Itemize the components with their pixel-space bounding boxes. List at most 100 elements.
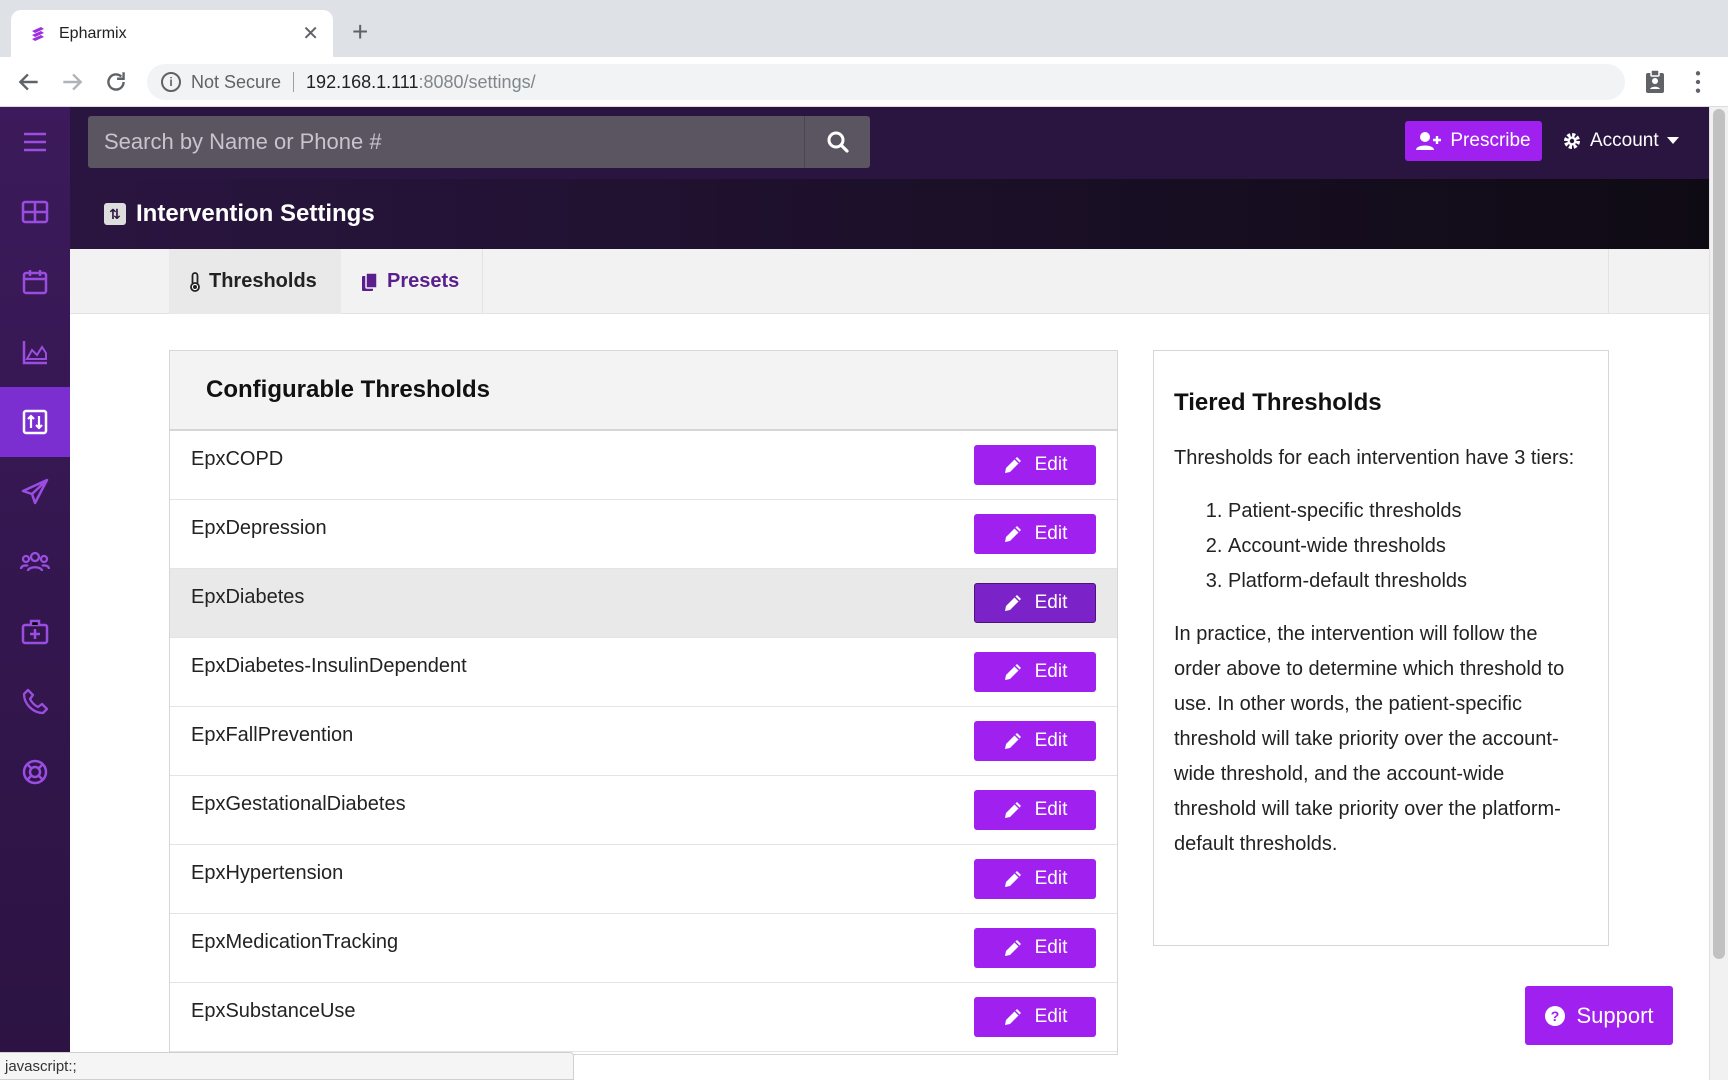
search-icon xyxy=(827,131,849,153)
pencil-icon xyxy=(1004,664,1021,680)
pencil-icon xyxy=(1004,595,1021,611)
edit-label: Edit xyxy=(1034,661,1068,682)
edit-label: Edit xyxy=(1034,730,1068,751)
edit-label: Edit xyxy=(1034,1006,1068,1027)
intervention-name: EpxMedicationTracking xyxy=(191,931,399,953)
pencil-icon xyxy=(1004,1009,1021,1025)
browser-toolbar: i Not Secure 192.168.1.111:8080/settings… xyxy=(0,57,1728,107)
patient-search xyxy=(88,116,870,168)
edit-label: Edit xyxy=(1034,868,1068,889)
medkit-icon[interactable] xyxy=(0,597,70,667)
link-status-bar: javascript:; xyxy=(0,1052,574,1080)
edit-button[interactable]: Edit xyxy=(974,859,1096,899)
info-icon[interactable]: i xyxy=(161,72,181,92)
thresholds-card: Configurable Thresholds EpxCOPD Edit EpxDe… xyxy=(169,350,1118,1055)
browser-tabstrip: Epharmix ✕ + xyxy=(0,0,1728,57)
menu-icon[interactable] xyxy=(0,107,70,177)
question-circle-icon: ? xyxy=(1545,1005,1566,1026)
thresholds-list: EpxCOPD Edit EpxDepression Edit EpxDiabetes E… xyxy=(170,431,1117,1052)
new-tab-button[interactable]: + xyxy=(352,18,368,46)
send-icon[interactable] xyxy=(0,457,70,527)
table-row: EpxFallPrevention Edit xyxy=(170,707,1117,776)
phone-icon[interactable] xyxy=(0,667,70,737)
omnibox-divider xyxy=(293,72,295,92)
close-tab-icon[interactable]: ✕ xyxy=(302,24,319,44)
search-button[interactable] xyxy=(804,116,870,168)
edit-button[interactable]: Edit xyxy=(974,445,1096,485)
tab-thresholds-label: Thresholds xyxy=(209,270,317,292)
tab-presets-label: Presets xyxy=(387,270,460,292)
table-row: EpxDiabetes-InsulinDependent Edit xyxy=(170,638,1117,707)
lifebuoy-icon[interactable] xyxy=(0,737,70,807)
add-user-icon xyxy=(1416,132,1442,150)
gear-icon xyxy=(1564,133,1580,149)
intervention-name: EpxDiabetes-InsulinDependent xyxy=(191,655,467,677)
more-menu-icon[interactable] xyxy=(1690,69,1706,95)
intervention-name: EpxDiabetes xyxy=(191,586,305,608)
pencil-icon xyxy=(1004,457,1021,473)
edit-button[interactable]: Edit xyxy=(974,997,1096,1037)
prescribe-label: Prescribe xyxy=(1450,130,1531,151)
tier-item: Platform-default thresholds xyxy=(1228,564,1588,599)
browser-tab[interactable]: Epharmix ✕ xyxy=(11,10,333,57)
tab-presets[interactable]: Presets xyxy=(341,249,483,314)
back-icon[interactable] xyxy=(16,69,42,95)
calendar-icon[interactable] xyxy=(0,247,70,317)
intervention-name: EpxDepression xyxy=(191,517,327,539)
tiers-explanation: In practice, the intervention will follo… xyxy=(1174,623,1565,855)
url-host: 192.168.1.111 xyxy=(306,71,419,92)
chart-icon[interactable] xyxy=(0,317,70,387)
table-row: EpxDepression Edit xyxy=(170,500,1117,569)
intervention-name: EpxFallPrevention xyxy=(191,724,354,746)
prescribe-button[interactable]: Prescribe xyxy=(1405,121,1542,161)
table-row: EpxMedicationTracking Edit xyxy=(170,914,1117,983)
tab-thresholds[interactable]: Thresholds xyxy=(169,249,341,314)
edit-button[interactable]: Edit xyxy=(974,583,1096,623)
thermometer-icon xyxy=(190,271,200,292)
table-row: EpxHypertension Edit xyxy=(170,845,1117,914)
edit-label: Edit xyxy=(1034,937,1068,958)
edit-button[interactable]: Edit xyxy=(974,514,1096,554)
dashboard-icon[interactable] xyxy=(0,177,70,247)
table-row: EpxCOPD Edit xyxy=(170,431,1117,500)
thresholds-heading: Configurable Thresholds xyxy=(170,351,1117,431)
page-header: ⇅ Intervention Settings xyxy=(70,179,1709,249)
clipboard-icon[interactable] xyxy=(1643,69,1667,95)
edit-button[interactable]: Edit xyxy=(974,652,1096,692)
search-input[interactable] xyxy=(88,116,804,168)
tab-title: Epharmix xyxy=(59,24,127,42)
edit-label: Edit xyxy=(1034,799,1068,820)
settings-icon[interactable] xyxy=(0,387,70,457)
support-label: Support xyxy=(1576,1002,1654,1028)
pencil-icon xyxy=(1004,940,1021,956)
edit-label: Edit xyxy=(1034,523,1068,544)
account-label: Account xyxy=(1590,130,1659,151)
edit-button[interactable]: Edit xyxy=(974,928,1096,968)
support-button[interactable]: ? Support xyxy=(1525,986,1673,1045)
pencil-icon xyxy=(1004,871,1021,887)
reload-icon[interactable] xyxy=(103,69,129,95)
address-bar[interactable]: i Not Secure 192.168.1.111:8080/settings… xyxy=(147,64,1625,100)
edit-button[interactable]: Edit xyxy=(974,721,1096,761)
caret-down-icon xyxy=(1666,137,1679,144)
page-scrollbar[interactable] xyxy=(1709,107,1728,1080)
tiered-thresholds-heading: Tiered Thresholds xyxy=(1174,389,1382,416)
users-icon[interactable] xyxy=(0,527,70,597)
edit-button[interactable]: Edit xyxy=(974,790,1096,830)
copy-icon xyxy=(362,271,378,291)
tier-item: Account-wide thresholds xyxy=(1228,529,1588,564)
edit-label: Edit xyxy=(1034,592,1068,613)
table-row: EpxDiabetes Edit xyxy=(170,569,1117,638)
page-title: Intervention Settings xyxy=(136,200,375,227)
tiers-list: Patient-specific thresholds Account-wide… xyxy=(1228,494,1588,599)
forward-icon[interactable] xyxy=(59,69,85,95)
intervention-name: EpxHypertension xyxy=(191,862,344,884)
edit-label: Edit xyxy=(1034,454,1068,475)
tiered-thresholds-card: Tiered Thresholds Thresholds for each in… xyxy=(1153,350,1609,946)
security-label: Not Secure xyxy=(191,71,282,92)
pencil-icon xyxy=(1004,526,1021,542)
scrollbar-thumb[interactable] xyxy=(1713,109,1725,959)
table-row: EpxSubstanceUse Edit xyxy=(170,983,1117,1052)
tiers-intro: Thresholds for each intervention have 3 … xyxy=(1174,447,1575,469)
account-menu[interactable]: Account xyxy=(1562,121,1679,161)
